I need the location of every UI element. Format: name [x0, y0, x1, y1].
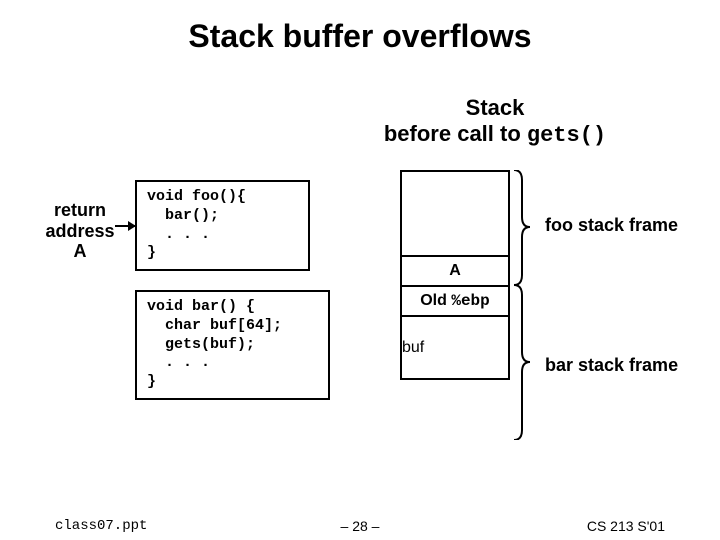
- code-foo: void foo(){ bar(); . . . }: [135, 180, 310, 271]
- return-l2: address: [45, 221, 114, 241]
- stack-diagram: A Old %ebp buf: [400, 170, 510, 380]
- stack-cell-old-ebp: Old %ebp: [402, 285, 508, 315]
- return-address-label: return address A: [40, 200, 120, 262]
- slide-title: Stack buffer overflows: [0, 0, 720, 55]
- brace-icon-foo: [512, 170, 532, 285]
- return-l3: A: [74, 241, 87, 261]
- footer-course: CS 213 S'01: [587, 518, 665, 534]
- bar-frame-label: bar stack frame: [545, 355, 678, 376]
- stack-cell-buf: buf: [402, 315, 508, 380]
- stack-cell-a: A: [402, 255, 508, 285]
- brace-icon-bar: [512, 285, 532, 440]
- subtitle-line2a: before call to: [384, 121, 527, 146]
- code-bar: void bar() { char buf[64]; gets(buf); . …: [135, 290, 330, 400]
- return-l1: return: [54, 200, 106, 220]
- stack-cell-foo-space: [402, 170, 508, 255]
- foo-frame-label: foo stack frame: [545, 215, 678, 236]
- subtitle-line1: Stack: [466, 95, 525, 120]
- arrow-icon: [115, 225, 135, 227]
- subtitle-gets: gets(): [527, 123, 606, 148]
- old-ebp-text-a: Old: [420, 292, 451, 309]
- stack-subtitle: Stack before call to gets(): [370, 95, 620, 150]
- old-ebp-text-b: %ebp: [451, 292, 489, 310]
